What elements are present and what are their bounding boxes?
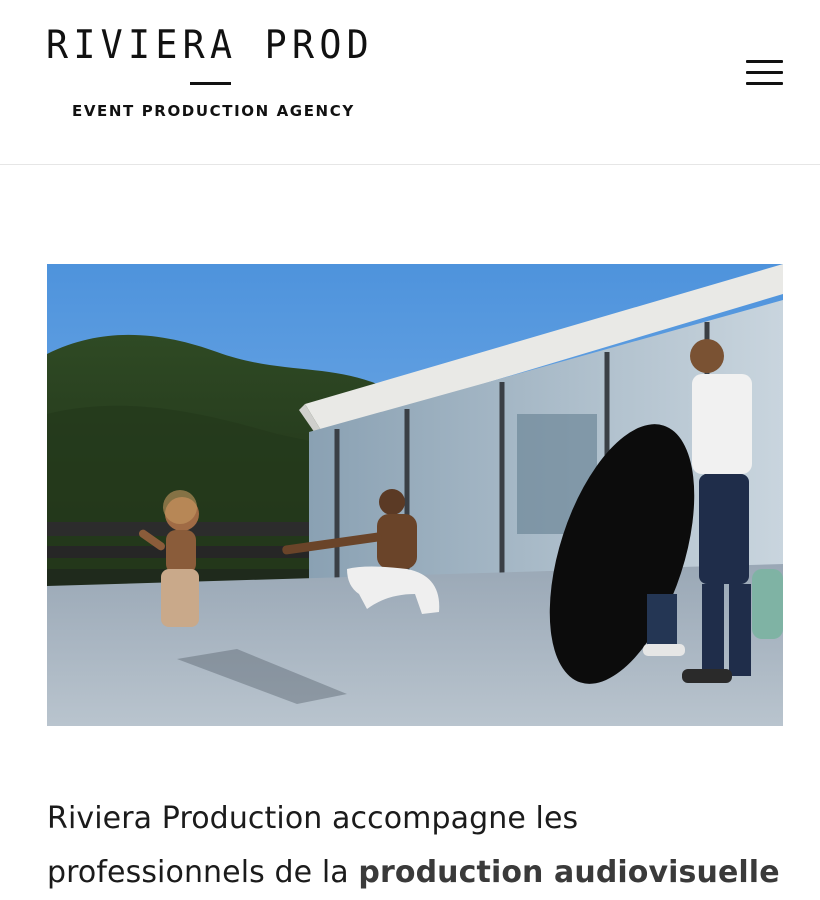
hero-photo-illustration	[47, 264, 783, 726]
site-header: RIVIERA PROD EVENT PRODUCTION AGENCY	[0, 0, 820, 165]
menu-bar-middle	[746, 71, 783, 74]
logo-divider	[190, 82, 231, 85]
hero-photo	[47, 264, 783, 726]
menu-bar-bottom	[746, 82, 783, 85]
logo-wordmark: RIVIERA PROD	[46, 23, 375, 68]
intro-highlight: production audiovisuelle	[358, 855, 780, 890]
logo-tagline: EVENT PRODUCTION AGENCY	[72, 102, 355, 120]
hamburger-menu-icon[interactable]	[746, 59, 784, 87]
intro-paragraph: Riviera Production accompagne les profes…	[47, 792, 787, 900]
site-logo[interactable]: RIVIERA PROD EVENT PRODUCTION AGENCY	[46, 24, 378, 124]
menu-bar-top	[746, 60, 783, 63]
